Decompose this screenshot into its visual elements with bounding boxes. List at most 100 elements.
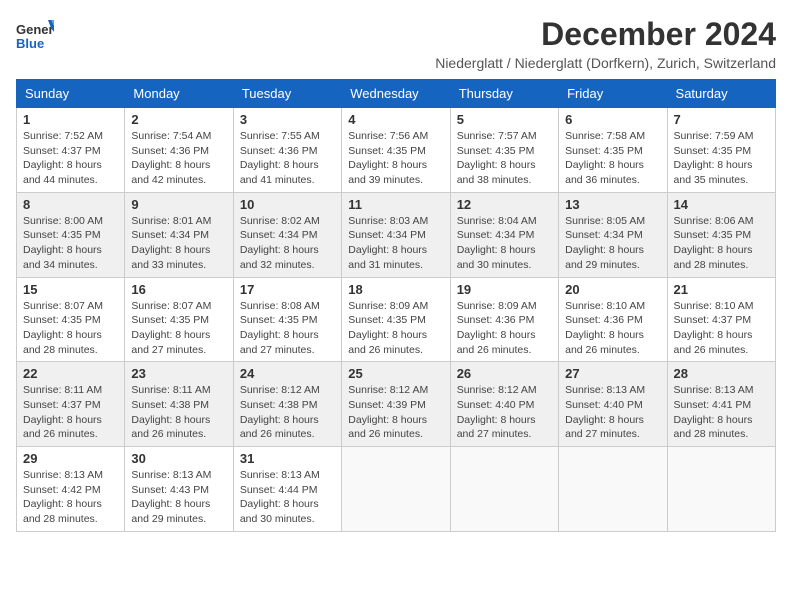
day-number: 22 [23,366,118,381]
calendar-cell: 24 Sunrise: 8:12 AMSunset: 4:38 PMDayligh… [233,362,341,447]
day-number: 8 [23,197,118,212]
calendar-cell: 3 Sunrise: 7:55 AMSunset: 4:36 PMDaylight… [233,108,341,193]
day-number: 26 [457,366,552,381]
day-info: Sunrise: 7:59 AMSunset: 4:35 PMDaylight:… [674,129,769,188]
day-number: 12 [457,197,552,212]
day-number: 16 [131,282,226,297]
day-info: Sunrise: 8:10 AMSunset: 4:37 PMDaylight:… [674,299,769,358]
day-number: 15 [23,282,118,297]
calendar-cell: 14Sunrise: 8:06 AMSunset: 4:35 PMDayligh… [667,192,775,277]
calendar-cell [342,447,450,532]
day-info: Sunrise: 8:03 AMSunset: 4:34 PMDaylight:… [348,214,443,273]
calendar-cell: 29Sunrise: 8:13 AMSunset: 4:42 PMDayligh… [17,447,125,532]
svg-text:Blue: Blue [16,36,44,51]
day-number: 19 [457,282,552,297]
day-number: 25 [348,366,443,381]
week-row-2: 8Sunrise: 8:00 AMSunset: 4:35 PMDaylight… [17,192,776,277]
day-number: 18 [348,282,443,297]
calendar-cell: 15 Sunrise: 8:07 AMSunset: 4:35 PMDayligh… [17,277,125,362]
calendar-cell: 19 Sunrise: 8:09 AMSunset: 4:36 PMDayligh… [450,277,558,362]
calendar-cell: 22 Sunrise: 8:11 AMSunset: 4:37 PMDayligh… [17,362,125,447]
day-info: Sunrise: 8:08 AMSunset: 4:35 PMDaylight:… [240,299,335,358]
calendar-cell: 11 Sunrise: 8:03 AMSunset: 4:34 PMDayligh… [342,192,450,277]
day-info: Sunrise: 8:07 AMSunset: 4:35 PMDaylight:… [23,299,118,358]
calendar-cell [559,447,667,532]
day-info: Sunrise: 8:07 AMSunset: 4:35 PMDaylight:… [131,299,226,358]
day-info: Sunrise: 8:11 AMSunset: 4:37 PMDaylight:… [23,383,118,442]
day-number: 11 [348,197,443,212]
calendar-cell: 25 Sunrise: 8:12 AMSunset: 4:39 PMDayligh… [342,362,450,447]
day-info: Sunrise: 8:11 AMSunset: 4:38 PMDaylight:… [131,383,226,442]
day-number: 2 [131,112,226,127]
calendar-cell: 17 Sunrise: 8:08 AMSunset: 4:35 PMDayligh… [233,277,341,362]
calendar-cell: 23Sunrise: 8:11 AMSunset: 4:38 PMDayligh… [125,362,233,447]
day-number: 4 [348,112,443,127]
calendar-cell: 20 Sunrise: 8:10 AMSunset: 4:36 PMDayligh… [559,277,667,362]
calendar-cell: 26 Sunrise: 8:12 AMSunset: 4:40 PMDayligh… [450,362,558,447]
day-info: Sunrise: 7:52 AMSunset: 4:37 PMDaylight:… [23,129,118,188]
day-info: Sunrise: 7:56 AMSunset: 4:35 PMDaylight:… [348,129,443,188]
day-header-thursday: Thursday [450,80,558,108]
day-header-tuesday: Tuesday [233,80,341,108]
calendar-cell: 31 Sunrise: 8:13 AMSunset: 4:44 PMDayligh… [233,447,341,532]
calendar-cell: 4 Sunrise: 7:56 AMSunset: 4:35 PMDaylight… [342,108,450,193]
day-header-friday: Friday [559,80,667,108]
svg-text:General: General [16,22,54,37]
day-info: Sunrise: 8:09 AMSunset: 4:35 PMDaylight:… [348,299,443,358]
calendar-cell: 1 Sunrise: 7:52 AMSunset: 4:37 PMDaylight… [17,108,125,193]
calendar-cell: 8Sunrise: 8:00 AMSunset: 4:35 PMDaylight… [17,192,125,277]
day-info: Sunrise: 8:12 AMSunset: 4:38 PMDaylight:… [240,383,335,442]
day-info: Sunrise: 8:13 AMSunset: 4:41 PMDaylight:… [674,383,769,442]
day-number: 30 [131,451,226,466]
week-row-1: 1 Sunrise: 7:52 AMSunset: 4:37 PMDaylight… [17,108,776,193]
day-number: 31 [240,451,335,466]
calendar-cell: 21 Sunrise: 8:10 AMSunset: 4:37 PMDayligh… [667,277,775,362]
calendar-cell: 12 Sunrise: 8:04 AMSunset: 4:34 PMDayligh… [450,192,558,277]
day-number: 14 [674,197,769,212]
day-header-sunday: Sunday [17,80,125,108]
calendar-cell: 28 Sunrise: 8:13 AMSunset: 4:41 PMDayligh… [667,362,775,447]
calendar-table: SundayMondayTuesdayWednesdayThursdayFrid… [16,79,776,532]
day-number: 1 [23,112,118,127]
day-number: 10 [240,197,335,212]
days-header-row: SundayMondayTuesdayWednesdayThursdayFrid… [17,80,776,108]
day-info: Sunrise: 8:12 AMSunset: 4:39 PMDaylight:… [348,383,443,442]
day-info: Sunrise: 8:13 AMSunset: 4:40 PMDaylight:… [565,383,660,442]
day-info: Sunrise: 8:01 AMSunset: 4:34 PMDaylight:… [131,214,226,273]
day-number: 28 [674,366,769,381]
calendar-cell: 27 Sunrise: 8:13 AMSunset: 4:40 PMDayligh… [559,362,667,447]
day-number: 24 [240,366,335,381]
day-number: 6 [565,112,660,127]
day-info: Sunrise: 8:13 AMSunset: 4:44 PMDaylight:… [240,468,335,527]
day-info: Sunrise: 8:10 AMSunset: 4:36 PMDaylight:… [565,299,660,358]
day-info: Sunrise: 8:09 AMSunset: 4:36 PMDaylight:… [457,299,552,358]
page-header: General Blue December 2024 Niederglatt /… [16,16,776,71]
day-number: 9 [131,197,226,212]
day-info: Sunrise: 8:02 AMSunset: 4:34 PMDaylight:… [240,214,335,273]
day-number: 21 [674,282,769,297]
week-row-4: 22 Sunrise: 8:11 AMSunset: 4:37 PMDayligh… [17,362,776,447]
day-info: Sunrise: 8:05 AMSunset: 4:34 PMDaylight:… [565,214,660,273]
location-subtitle: Niederglatt / Niederglatt (Dorfkern), Zu… [435,55,776,71]
day-info: Sunrise: 7:58 AMSunset: 4:35 PMDaylight:… [565,129,660,188]
day-info: Sunrise: 8:04 AMSunset: 4:34 PMDaylight:… [457,214,552,273]
calendar-cell: 5Sunrise: 7:57 AMSunset: 4:35 PMDaylight… [450,108,558,193]
day-number: 20 [565,282,660,297]
calendar-cell: 18 Sunrise: 8:09 AMSunset: 4:35 PMDayligh… [342,277,450,362]
calendar-cell [450,447,558,532]
day-info: Sunrise: 8:13 AMSunset: 4:43 PMDaylight:… [131,468,226,527]
day-number: 27 [565,366,660,381]
day-number: 17 [240,282,335,297]
calendar-cell: 16 Sunrise: 8:07 AMSunset: 4:35 PMDayligh… [125,277,233,362]
day-info: Sunrise: 8:12 AMSunset: 4:40 PMDaylight:… [457,383,552,442]
calendar-cell: 6 Sunrise: 7:58 AMSunset: 4:35 PMDaylight… [559,108,667,193]
day-info: Sunrise: 7:54 AMSunset: 4:36 PMDaylight:… [131,129,226,188]
day-info: Sunrise: 8:13 AMSunset: 4:42 PMDaylight:… [23,468,118,527]
day-info: Sunrise: 7:55 AMSunset: 4:36 PMDaylight:… [240,129,335,188]
calendar-cell: 13 Sunrise: 8:05 AMSunset: 4:34 PMDayligh… [559,192,667,277]
day-number: 13 [565,197,660,212]
calendar-cell: 2 Sunrise: 7:54 AMSunset: 4:36 PMDaylight… [125,108,233,193]
day-number: 3 [240,112,335,127]
calendar-cell: 10 Sunrise: 8:02 AMSunset: 4:34 PMDayligh… [233,192,341,277]
title-section: December 2024 Niederglatt / Niederglatt … [435,16,776,71]
